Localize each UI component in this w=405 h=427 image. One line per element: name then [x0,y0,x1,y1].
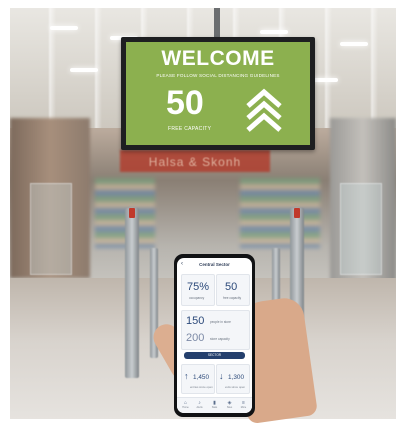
tab-label: Sites [226,406,233,409]
ceiling-light [50,26,78,30]
arrow-down-icon: ↓ [219,371,224,381]
occupancy-card: 75% occupancy [181,274,215,306]
free-capacity-card: 50 free capacity [216,274,250,306]
people-in-store-label: people in store [210,320,231,324]
gate-sensor [294,208,300,218]
app-title: Central Sector [199,262,230,267]
tab-stats[interactable]: ▮ Stats [208,400,221,409]
ceiling-light [260,30,288,34]
entries-label: entries since open [190,385,213,389]
arrow-up-icon: ↑ [184,371,189,381]
glass-barrier [340,183,382,275]
exits-card: ↓ 1,300 exits since open [216,364,250,394]
people-in-store-value: 150 [186,315,205,327]
monitor-mount [214,8,220,38]
tab-label: Stats [211,406,218,409]
chevron-up-triple-icon [246,88,282,132]
free-capacity-value: 50 [225,281,238,293]
photo-frame: Halsa & Skonh WELCOME PLEASE FOLLOW SOCI… [0,0,405,427]
occupancy-label: occupancy [189,296,205,300]
people-card: 150 people in store 200 store capacity [181,310,250,350]
app-header: ‹ Central Sector [177,261,252,270]
ceiling-light [70,68,98,72]
ceiling-light [340,42,368,46]
tab-home[interactable]: ⌂ Home [179,400,192,409]
free-capacity-label: FREE CAPACITY [168,126,212,132]
phone-screen: ‹ Central Sector 75% occupancy 50 free c… [177,258,252,413]
tab-label: More [240,406,247,409]
entries-card: ↑ 1,450 entries since open [181,364,215,394]
product-shelf [240,178,320,248]
occupancy-value: 75% [187,281,210,293]
exits-value: 1,300 [228,374,244,381]
capacity-monitor: WELCOME PLEASE FOLLOW SOCIAL DISTANCING … [121,37,315,150]
tab-label: Home [182,406,189,409]
exits-label: exits since open [225,385,246,389]
free-capacity-count: 50 [166,84,204,122]
monitor-screen: WELCOME PLEASE FOLLOW SOCIAL DISTANCING … [126,42,310,145]
store-capacity-label: store capacity [210,337,230,341]
glass-barrier [30,183,72,275]
welcome-heading: WELCOME [161,47,275,70]
store-capacity-value: 200 [186,332,205,344]
sector-button[interactable]: SECTOR [184,352,245,359]
bottom-tab-bar: ⌂ Home ♪ Alerts ▮ Stats ◈ Sites ≡ More [177,397,252,413]
entrance-gate-post [125,208,139,378]
entries-value: 1,450 [193,374,209,381]
free-capacity-label: free capacity [223,296,242,300]
smartphone: ‹ Central Sector 75% occupancy 50 free c… [174,254,255,417]
store-sign-text: Halsa & Skonh [148,155,242,169]
guideline-text: PLEASE FOLLOW SOCIAL DISTANCING GUIDELIN… [156,73,280,78]
tab-alerts[interactable]: ♪ Alerts [193,400,206,409]
gate-sensor [129,208,135,218]
tab-sites[interactable]: ◈ Sites [223,400,236,409]
tab-label: Alerts [196,406,203,409]
tab-more[interactable]: ≡ More [237,400,250,409]
